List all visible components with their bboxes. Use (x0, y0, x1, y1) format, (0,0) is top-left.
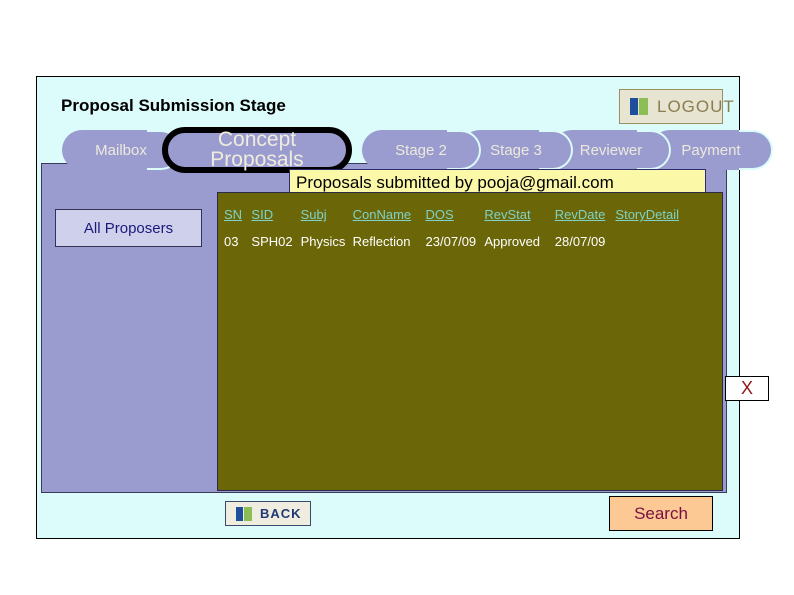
column-header-sid[interactable]: SID (251, 207, 300, 234)
column-header-storydetail[interactable]: StoryDetail (615, 207, 684, 234)
page-title: Proposal Submission Stage (61, 96, 286, 115)
close-icon[interactable]: X (725, 376, 769, 401)
column-header-conname[interactable]: ConName (353, 207, 426, 234)
back-button-label: BACK (260, 506, 302, 521)
tab-mailbox-label: Mailbox (95, 141, 147, 159)
tab-concept-proposals-label: Concept Proposals (210, 128, 304, 171)
tab-bar: Mailbox Concept Proposals Stage 2 Stage 3… (62, 127, 773, 174)
results-area: SN SID Subj ConName DOS RevStat RevDate … (217, 192, 769, 491)
logout-button-label: LOGOUT (657, 96, 735, 116)
logout-bars-icon (630, 98, 648, 115)
tab-stage-2-label: Stage 2 (395, 141, 447, 159)
column-header-revdate[interactable]: RevDate (555, 207, 616, 234)
table-header-row: SN SID Subj ConName DOS RevStat RevDate … (224, 207, 684, 234)
cell-dos: 23/07/09 (425, 234, 477, 249)
tab-concept-proposals[interactable]: Concept Proposals (162, 127, 352, 173)
tab-payment-label: Payment (681, 141, 741, 159)
search-button-label: Search (634, 503, 688, 523)
cell-conname: Reflection (352, 234, 411, 249)
cell-storydetail (615, 234, 684, 249)
column-header-sn[interactable]: SN (224, 207, 251, 234)
tab-stage-2[interactable]: Stage 2 (362, 130, 481, 170)
search-button[interactable]: Search (609, 496, 713, 531)
logout-button[interactable]: LOGOUT (619, 89, 734, 124)
column-header-revstat[interactable]: RevStat (484, 207, 554, 234)
close-icon-label: X (740, 378, 753, 398)
tab-reviewer-label: Reviewer (579, 141, 643, 159)
all-proposers-label: All Proposers (83, 219, 174, 237)
cell-revdate: 28/07/09 (554, 234, 606, 249)
proposals-table: SN SID Subj ConName DOS RevStat RevDate … (224, 207, 684, 249)
table-row[interactable]: 03 SPH02 Physics Reflection 23/07/09 App… (224, 234, 684, 249)
back-bars-icon (236, 506, 252, 521)
tab-stage-3-label: Stage 3 (490, 141, 542, 159)
application-window: Proposal Submission Stage LOGOUT Mailbox… (36, 76, 773, 539)
column-header-subj[interactable]: Subj (301, 207, 353, 234)
all-proposers-button[interactable]: All Proposers (55, 209, 202, 247)
back-button[interactable]: BACK (225, 501, 311, 526)
cell-sn: 03 (224, 234, 239, 249)
cell-revstat: Approved (484, 234, 541, 249)
cell-sid: SPH02 (251, 234, 293, 249)
column-header-dos[interactable]: DOS (426, 207, 485, 234)
cell-subj: Physics (300, 234, 346, 249)
